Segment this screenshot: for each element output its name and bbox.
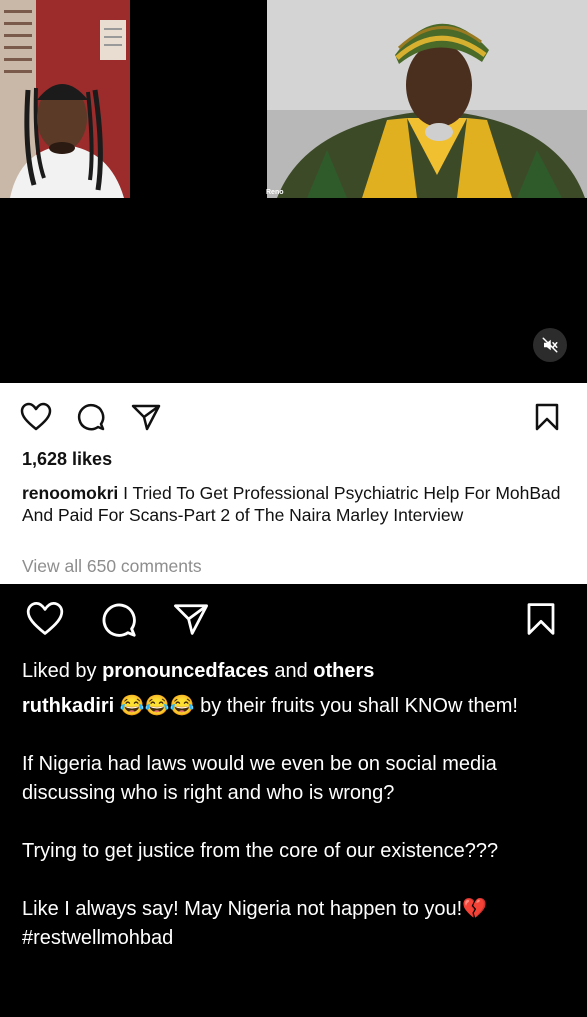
share-icon[interactable]: [130, 402, 162, 432]
video-tile-left: [0, 0, 130, 198]
participant-name-label: Reno: [266, 189, 284, 196]
likes-count[interactable]: 1,628 likes: [22, 449, 112, 470]
post-caption: renoomokri I Tried To Get Professional P…: [22, 483, 567, 526]
view-comments-link[interactable]: View all 650 comments: [22, 556, 202, 577]
bookmark-icon[interactable]: [534, 402, 560, 432]
video-player[interactable]: Reno: [0, 0, 587, 383]
video-tile-right: [267, 0, 587, 198]
comment-icon[interactable]: [100, 601, 138, 639]
participant-left-image: [0, 0, 130, 198]
muted-speaker-icon: [542, 337, 558, 353]
comment-username[interactable]: ruthkadiri: [22, 695, 114, 717]
participant-right-image: [267, 0, 587, 198]
mute-toggle-button[interactable]: [533, 328, 567, 362]
heart-icon[interactable]: [25, 601, 65, 637]
comment: ruthkadiri 😂😂😂 by their fruits you shall…: [22, 692, 572, 953]
hashtag-link[interactable]: #restwellmohbad: [22, 924, 572, 953]
comment-text-1: 😂😂😂 by their fruits you shall KNOw them!: [114, 695, 518, 717]
liked-by-prefix: Liked by: [22, 660, 103, 682]
liked-by-user[interactable]: pronouncedfaces: [102, 660, 269, 682]
share-icon[interactable]: [171, 601, 211, 637]
comment-text-2: If Nigeria had laws would we even be on …: [22, 753, 497, 804]
comment-icon[interactable]: [76, 402, 106, 432]
liked-by-others[interactable]: others: [313, 660, 374, 682]
comment-text-3: Trying to get justice from the core of o…: [22, 840, 499, 862]
caption-username[interactable]: renoomokri: [22, 483, 118, 503]
post-1: Reno 1,628 likes renoomokri I Tried To G…: [0, 0, 587, 584]
liked-by-mid: and: [268, 660, 314, 682]
liked-by-text: Liked by pronouncedfaces and others: [22, 660, 374, 683]
bookmark-icon[interactable]: [525, 601, 557, 637]
comment-text-4: Like I always say! May Nigeria not happe…: [22, 898, 488, 920]
heart-icon[interactable]: [20, 402, 52, 432]
